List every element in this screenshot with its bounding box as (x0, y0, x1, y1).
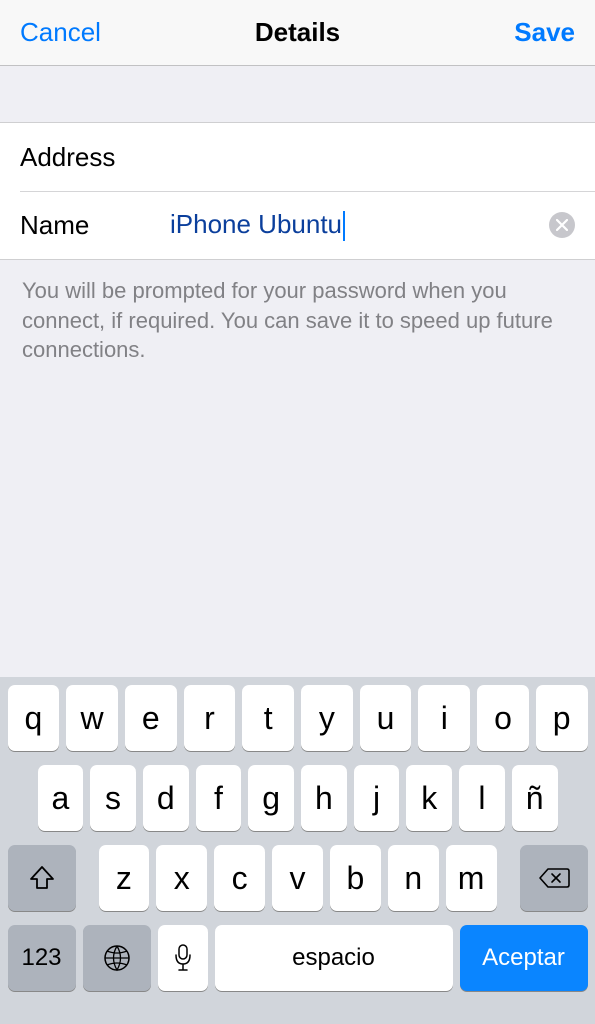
key-m[interactable]: m (446, 845, 497, 911)
keyboard: q w e r t y u i o p a s d f g h j k l ñ … (0, 677, 595, 1024)
name-label: Name (20, 210, 170, 241)
keyboard-row-2: a s d f g h j k l ñ (4, 765, 591, 831)
key-l[interactable]: l (459, 765, 505, 831)
keyboard-row-3: z x c v b n m (4, 845, 591, 911)
cancel-button[interactable]: Cancel (20, 17, 101, 48)
shift-key[interactable] (8, 845, 76, 911)
save-button[interactable]: Save (514, 17, 575, 48)
key-i[interactable]: i (418, 685, 470, 751)
section-spacer (0, 66, 595, 122)
key-c[interactable]: c (214, 845, 265, 911)
key-enye[interactable]: ñ (512, 765, 558, 831)
key-k[interactable]: k (406, 765, 452, 831)
globe-key[interactable] (83, 925, 151, 991)
space-key[interactable]: espacio (215, 925, 453, 991)
key-t[interactable]: t (242, 685, 294, 751)
name-value: iPhone Ubuntu (170, 209, 342, 239)
key-o[interactable]: o (477, 685, 529, 751)
key-w[interactable]: w (66, 685, 118, 751)
key-j[interactable]: j (354, 765, 400, 831)
key-a[interactable]: a (38, 765, 84, 831)
key-y[interactable]: y (301, 685, 353, 751)
shift-icon (28, 864, 56, 892)
clear-text-button[interactable] (549, 212, 575, 238)
accept-key[interactable]: Aceptar (460, 925, 588, 991)
nav-bar: Cancel Details Save (0, 0, 595, 66)
helper-text: You will be prompted for your password w… (0, 260, 595, 381)
close-icon (556, 219, 568, 231)
numbers-key[interactable]: 123 (8, 925, 76, 991)
microphone-icon (173, 943, 193, 973)
keyboard-row-1: q w e r t y u i o p (4, 685, 591, 751)
key-z[interactable]: z (99, 845, 150, 911)
name-field[interactable]: iPhone Ubuntu (170, 209, 549, 241)
key-r[interactable]: r (184, 685, 236, 751)
key-q[interactable]: q (8, 685, 60, 751)
form-block: Address Name iPhone Ubuntu (0, 122, 595, 260)
page-title: Details (255, 17, 340, 48)
address-label: Address (20, 142, 170, 173)
dictation-key[interactable] (158, 925, 208, 991)
key-n[interactable]: n (388, 845, 439, 911)
address-row[interactable]: Address (0, 123, 595, 191)
keyboard-row-bottom: 123 espacio Aceptar (4, 925, 591, 991)
name-row[interactable]: Name iPhone Ubuntu (0, 191, 595, 259)
key-p[interactable]: p (536, 685, 588, 751)
key-b[interactable]: b (330, 845, 381, 911)
key-v[interactable]: v (272, 845, 323, 911)
backspace-key[interactable] (520, 845, 588, 911)
key-g[interactable]: g (248, 765, 294, 831)
key-d[interactable]: d (143, 765, 189, 831)
key-e[interactable]: e (125, 685, 177, 751)
key-h[interactable]: h (301, 765, 347, 831)
key-f[interactable]: f (196, 765, 242, 831)
backspace-icon (538, 866, 570, 890)
text-cursor (343, 211, 345, 241)
globe-icon (102, 943, 132, 973)
key-x[interactable]: x (156, 845, 207, 911)
key-u[interactable]: u (360, 685, 412, 751)
key-s[interactable]: s (90, 765, 136, 831)
